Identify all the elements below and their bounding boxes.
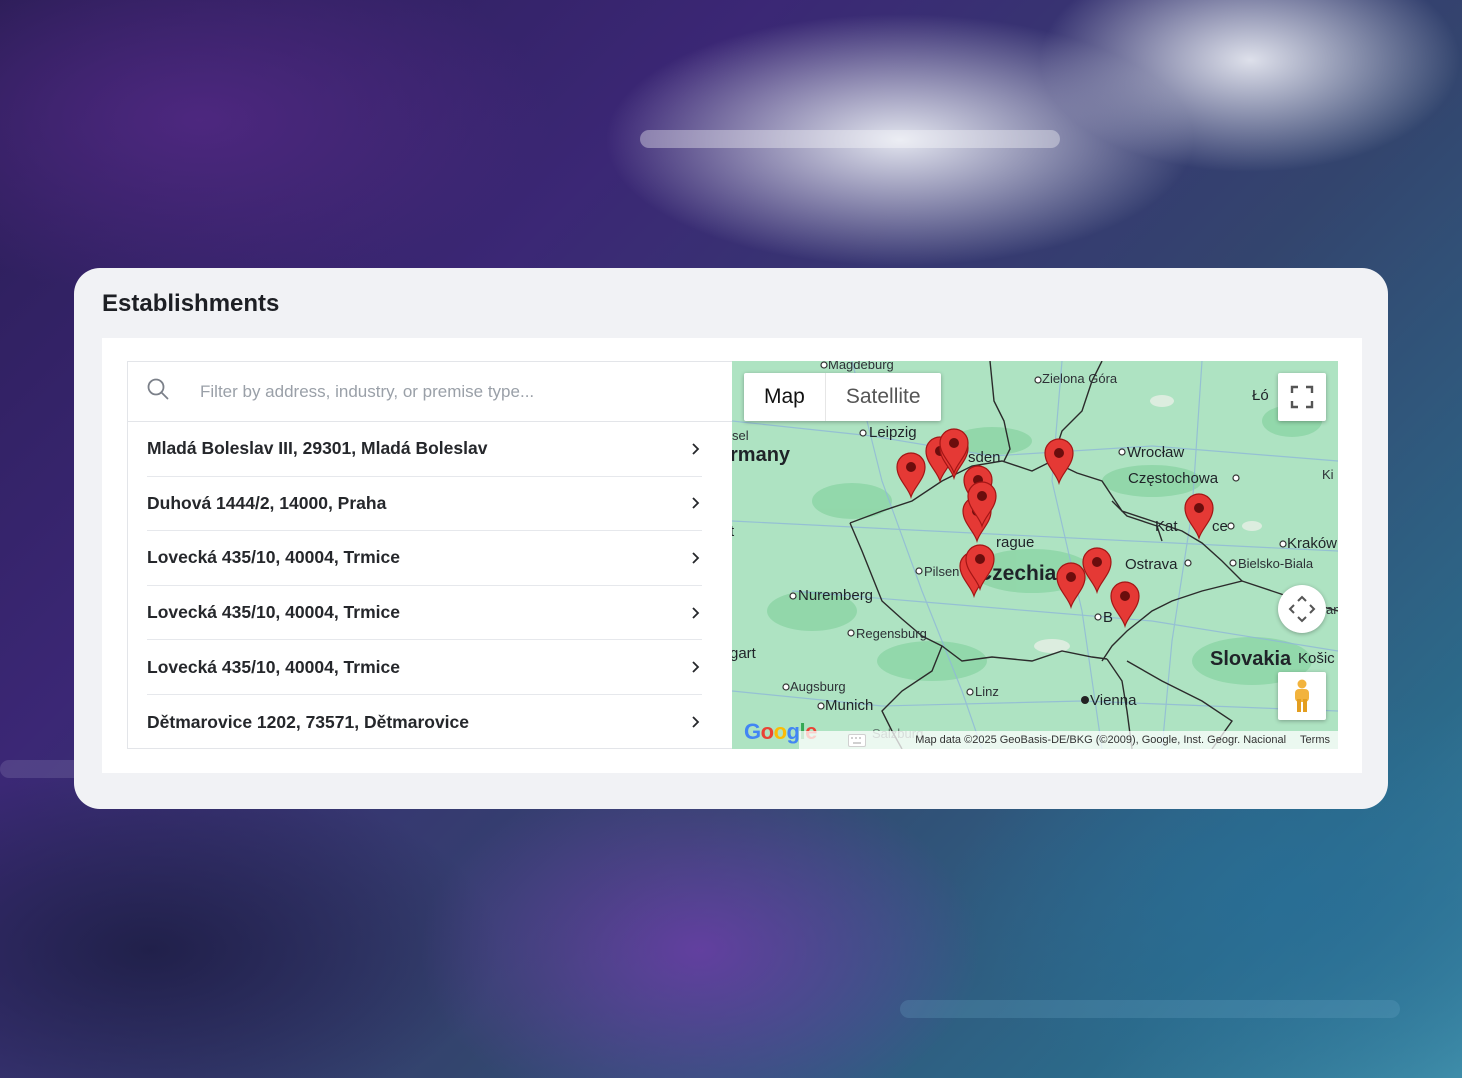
map-pin-icon [967,481,997,529]
chevron-right-icon [692,606,700,619]
map-label-ostrava: Ostrava [1125,556,1178,573]
map-label-slovakia: Slovakia [1210,648,1292,670]
map-label-prague: rague [996,534,1035,551]
map-type-map-button[interactable]: Map [744,373,826,421]
map-view[interactable]: Magdeburg Zielona Góra Łó sel Leipzig rm… [732,361,1338,749]
background-streak [640,130,1060,148]
establishment-row[interactable]: Lovecká 435/10, 40004, Trmice [147,586,702,641]
map-label-linz: Linz [975,684,999,699]
establishments-card: Establishments Mladá Boleslav III, 29301… [74,268,1388,809]
establishment-address: Lovecká 435/10, 40004, Trmice [147,547,400,568]
map-pin-icon [965,544,995,592]
chevron-right-icon [692,716,700,728]
background-streak [900,1000,1400,1018]
map-marker[interactable] [937,427,971,476]
map-marker[interactable] [1108,580,1142,629]
establishment-address: Duhová 1444/2, 14000, Praha [147,492,387,513]
chevron-right-icon [692,552,700,564]
map-label-czestochowa: Częstochowa [1128,470,1219,487]
map-label-vienna: Vienna [1090,692,1137,709]
establishment-row[interactable]: Duhová 1444/2, 14000, Praha [147,477,702,532]
establishment-row[interactable]: Dětmarovice 1202, 73571, Dětmarovice [147,695,702,750]
street-view-pegman-button[interactable] [1278,672,1326,720]
map-label-krakow: Kraków [1287,535,1338,552]
establishments-panel: Mladá Boleslav III, 29301, Mladá Bolesla… [102,338,1362,773]
search-bar [128,362,732,422]
map-label-nuremberg: Nuremberg [798,587,874,604]
map-label-lodz: Łó [1252,387,1269,404]
establishment-list-panel: Mladá Boleslav III, 29301, Mladá Bolesla… [127,361,732,749]
map-pin-icon [939,428,969,476]
map-terms-link[interactable]: Terms [1300,734,1330,746]
map-label-kielce: Ki [1322,467,1334,482]
map-label-katowice: Kat [1155,518,1178,535]
map-label-augsburg: Augsburg [790,679,846,694]
establishment-row[interactable]: Lovecká 435/10, 40004, Trmice [147,640,702,695]
map-label-kassel: sel [732,428,749,443]
chevron-right-icon [692,661,700,673]
fullscreen-button[interactable] [1278,373,1326,421]
map-pin-icon [1110,581,1140,629]
map-pin-icon [1044,438,1074,486]
search-input[interactable] [198,380,682,403]
card-title: Establishments [102,290,280,317]
establishment-row[interactable]: Lovecká 435/10, 40004, Trmice [147,531,702,586]
establishment-address: Lovecká 435/10, 40004, Trmice [147,656,400,677]
map-label-t: t [732,523,735,540]
map-attribution-bar: Map data ©2025 GeoBasis-DE/BKG (©2009), … [799,731,1338,749]
map-label-germany: rmany [732,444,791,466]
map-label-wroclaw: Wrocław [1127,444,1185,461]
map-label-leipzig: Leipzig [869,424,917,441]
map-pin-icon [1184,493,1214,541]
map-marker[interactable] [965,480,999,529]
map-label-regensburg: Regensburg [856,626,927,641]
chevron-right-icon [692,443,700,455]
map-marker[interactable] [963,543,997,592]
search-icon [146,377,170,406]
pegman-icon [1295,679,1309,712]
map-label-kosice: Košic [1298,650,1335,667]
establishment-address: Mladá Boleslav III, 29301, Mladá Bolesla… [147,438,488,459]
camera-move-icon [1288,595,1316,623]
map-label-pilsen: Pilsen [924,564,960,579]
map-type-satellite-button[interactable]: Satellite [826,373,941,421]
map-label-zielona-gora: Zielona Góra [1042,371,1118,386]
chevron-right-icon [692,497,700,510]
map-label-magdeburg: Magdeburg [828,361,894,372]
establishment-list: Mladá Boleslav III, 29301, Mladá Bolesla… [128,422,732,750]
fullscreen-icon [1290,385,1314,409]
map-attribution: Map data ©2025 GeoBasis-DE/BKG (©2009), … [915,734,1287,746]
map-type-control: Map Satellite [744,373,941,421]
map-marker[interactable] [1182,492,1216,541]
establishment-address: Dětmarovice 1202, 73571, Dětmarovice [147,711,470,732]
map-label-bielsko: Bielsko-Biala [1238,556,1314,571]
establishment-address: Lovecká 435/10, 40004, Trmice [147,602,400,623]
map-label-an: an [1326,602,1338,617]
map-label-munich: Munich [825,697,874,714]
camera-control-button[interactable] [1278,585,1326,633]
establishment-row[interactable]: Mladá Boleslav III, 29301, Mladá Bolesla… [147,422,702,477]
map-label-stuttgart: gart [732,645,756,662]
map-marker[interactable] [1042,437,1076,486]
